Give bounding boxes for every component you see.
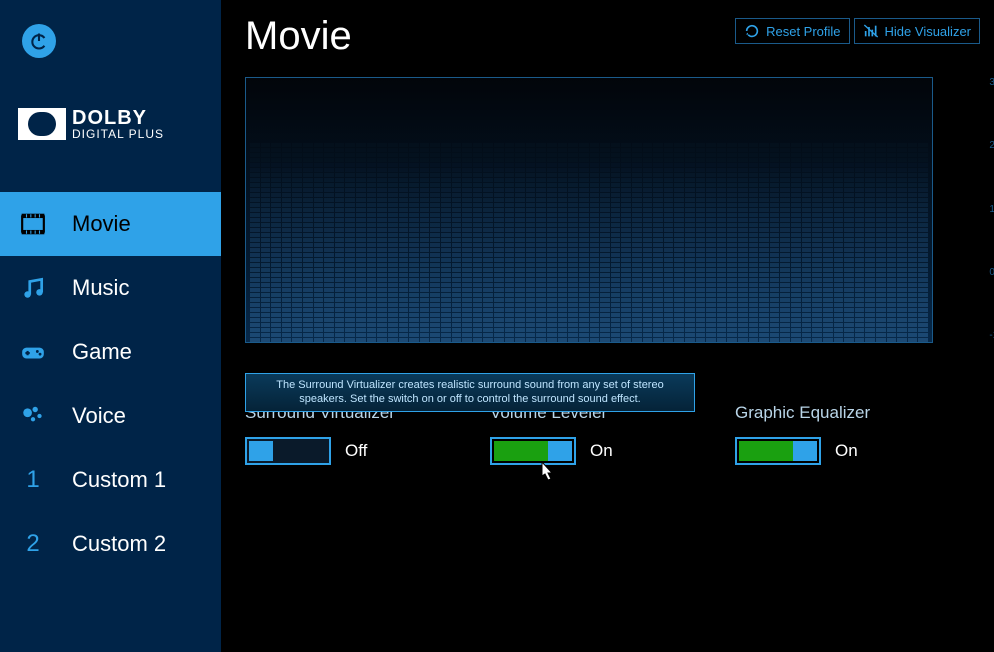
sidebar-item-movie[interactable]: Movie <box>0 192 221 256</box>
db-label: 36dB <box>989 77 994 88</box>
sidebar-item-label: Custom 2 <box>72 531 166 557</box>
brand-logo: DOLBY DIGITAL PLUS <box>18 108 221 140</box>
visualizer-icon <box>863 23 879 39</box>
db-label: -12dB <box>989 330 994 341</box>
eq-state: On <box>835 441 858 461</box>
sidebar-item-label: Custom 1 <box>72 467 166 493</box>
db-label: 12dB <box>989 204 994 215</box>
power-icon <box>29 31 49 51</box>
film-icon <box>18 211 48 237</box>
brand-name: DOLBY <box>72 108 164 128</box>
control-surround: Surround Virtualizer Off <box>245 403 490 465</box>
custom-1-icon: 1 <box>18 466 48 494</box>
hide-visualizer-button[interactable]: Hide Visualizer <box>854 18 980 44</box>
eq-toggle[interactable] <box>735 437 821 465</box>
sidebar-item-label: Game <box>72 339 132 365</box>
sidebar-item-game[interactable]: Game <box>0 320 221 384</box>
sidebar-item-voice[interactable]: Voice <box>0 384 221 448</box>
reset-profile-label: Reset Profile <box>766 24 840 39</box>
custom-2-icon: 2 <box>18 530 48 558</box>
sidebar-item-music[interactable]: Music <box>0 256 221 320</box>
main-content: Movie Reset Profile Hide Visualizer 36dB… <box>221 0 994 652</box>
sidebar-item-label: Music <box>72 275 129 301</box>
dolby-logo-icon <box>18 108 66 140</box>
page-title: Movie <box>245 14 352 59</box>
visualizer-db-labels: 36dB 24dB 12dB 0dB -12dB <box>989 77 994 343</box>
voice-icon <box>18 403 48 429</box>
surround-toggle[interactable] <box>245 437 331 465</box>
power-button[interactable] <box>22 24 56 58</box>
surround-tooltip: The Surround Virtualizer creates realist… <box>245 373 695 412</box>
reset-profile-button[interactable]: Reset Profile <box>735 18 849 44</box>
sidebar-item-custom-1[interactable]: 1 Custom 1 <box>0 448 221 512</box>
sidebar: DOLBY DIGITAL PLUS Movie Music Game <box>0 0 221 652</box>
sidebar-item-custom-2[interactable]: 2 Custom 2 <box>0 512 221 576</box>
music-icon <box>18 275 48 301</box>
nav: Movie Music Game Voice 1 Custom 1 2 Cus <box>0 192 221 576</box>
hide-visualizer-label: Hide Visualizer <box>885 24 971 39</box>
control-eq: Graphic Equalizer On <box>735 403 980 465</box>
visualizer-canvas <box>245 77 933 343</box>
control-label: Graphic Equalizer <box>735 403 980 423</box>
sidebar-item-label: Movie <box>72 211 131 237</box>
volume-toggle[interactable] <box>490 437 576 465</box>
brand-subtitle: DIGITAL PLUS <box>72 128 164 140</box>
header: Movie Reset Profile Hide Visualizer <box>245 14 980 59</box>
db-label: 0dB <box>989 267 994 278</box>
gamepad-icon <box>18 339 48 365</box>
volume-state: On <box>590 441 613 461</box>
visualizer: 36dB 24dB 12dB 0dB -12dB <box>245 77 980 347</box>
db-label: 24dB <box>989 140 994 151</box>
controls-row: Surround Virtualizer Off Volume Leveler … <box>245 403 980 465</box>
sidebar-item-label: Voice <box>72 403 126 429</box>
control-volume: Volume Leveler On <box>490 403 735 465</box>
reset-icon <box>744 23 760 39</box>
surround-state: Off <box>345 441 367 461</box>
